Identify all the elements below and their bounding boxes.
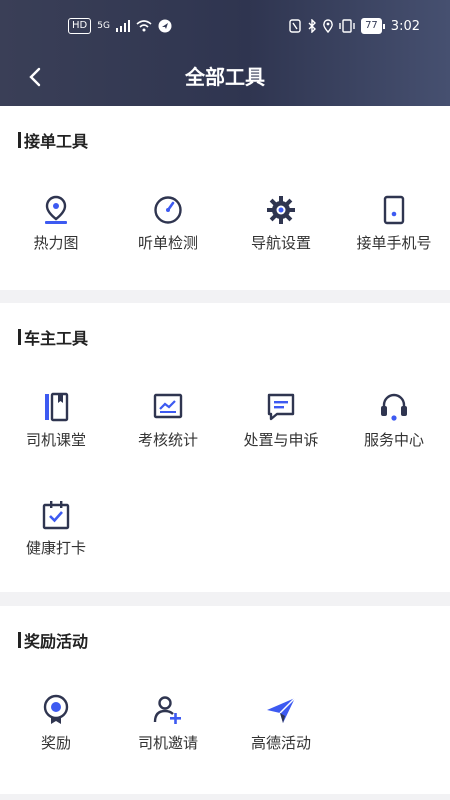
vibrate-icon xyxy=(339,19,355,33)
headset-icon xyxy=(381,393,407,421)
section-rewards: 奖励活动 奖励 司机邀请 高德活动 xyxy=(0,606,450,794)
tool-heatmap[interactable]: 热力图 xyxy=(0,194,112,274)
section-marker xyxy=(18,329,21,345)
battery-icon: 77 xyxy=(361,18,385,34)
hd-badge: HD xyxy=(68,18,92,34)
section-marker xyxy=(18,132,21,148)
tool-rewards[interactable]: 奖励 xyxy=(0,694,112,774)
location-icon xyxy=(323,19,333,33)
tool-amap-activity[interactable]: 高德活动 xyxy=(225,694,337,774)
tool-label: 处置与申诉 xyxy=(243,431,319,449)
message-icon xyxy=(267,393,295,421)
nfc-icon xyxy=(289,19,301,33)
status-bar: HD 5G 77 3:02 xyxy=(0,18,450,42)
section-driver-tools: 车主工具 司机课堂 考核统计 处置与申诉 服务中心 健康打卡 xyxy=(0,303,450,592)
tool-label: 司机邀请 xyxy=(137,734,198,752)
battery-level: 77 xyxy=(361,18,382,34)
tool-label: 司机课堂 xyxy=(25,431,86,449)
book-icon xyxy=(45,392,69,422)
tool-label: 听单检测 xyxy=(137,234,198,252)
location-pin-icon xyxy=(45,195,67,224)
tool-driver-invite[interactable]: 司机邀请 xyxy=(112,694,224,774)
tool-label: 服务中心 xyxy=(363,431,424,449)
tool-order-phone[interactable]: 接单手机号 xyxy=(338,194,450,274)
bluetooth-icon xyxy=(308,19,317,33)
section-title: 接单工具 xyxy=(24,132,89,151)
section-title: 奖励活动 xyxy=(24,632,89,651)
gauge-icon xyxy=(154,196,182,224)
tool-label: 考核统计 xyxy=(137,431,198,449)
location-arrow-icon xyxy=(158,19,172,33)
tool-driver-class[interactable]: 司机课堂 xyxy=(0,391,112,471)
tool-label: 接单手机号 xyxy=(356,234,432,252)
clock: 3:02 xyxy=(390,18,420,34)
signal-icon xyxy=(115,20,130,32)
network-label: 5G xyxy=(97,21,110,31)
wifi-icon xyxy=(136,20,152,32)
section-marker xyxy=(18,632,21,648)
phone-icon xyxy=(383,195,405,225)
tool-label: 高德活动 xyxy=(250,734,311,752)
tool-assessment-stats[interactable]: 考核统计 xyxy=(112,391,224,471)
section-order-tools: 接单工具 热力图 听单检测 导航设置 接单手机号 xyxy=(0,106,450,290)
tool-disposal-appeal[interactable]: 处置与申诉 xyxy=(225,391,337,471)
tool-label: 奖励 xyxy=(40,734,71,752)
paper-plane-icon xyxy=(267,697,296,723)
tool-label: 导航设置 xyxy=(250,234,311,252)
calendar-check-icon xyxy=(42,501,70,530)
chart-icon xyxy=(153,393,183,419)
tool-order-check[interactable]: 听单检测 xyxy=(112,194,224,274)
gear-icon xyxy=(267,196,295,224)
tool-health-checkin[interactable]: 健康打卡 xyxy=(0,499,112,579)
medal-icon xyxy=(43,694,69,724)
tool-navigation-settings[interactable]: 导航设置 xyxy=(225,194,337,274)
add-user-icon xyxy=(153,696,181,724)
tool-label: 热力图 xyxy=(33,234,79,252)
section-title: 车主工具 xyxy=(24,329,89,348)
tool-label: 健康打卡 xyxy=(25,539,86,557)
header-bar: HD 5G 77 3:02 全部工具 xyxy=(0,0,450,106)
page-title: 全部工具 xyxy=(185,65,265,89)
tool-service-center[interactable]: 服务中心 xyxy=(338,391,450,471)
